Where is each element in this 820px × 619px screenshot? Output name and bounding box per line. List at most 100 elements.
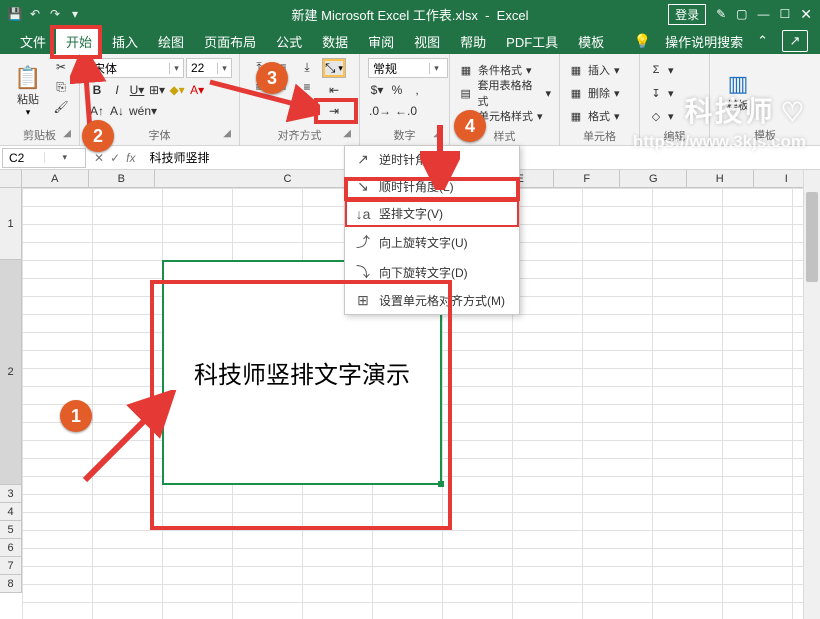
number-format-input[interactable] (369, 61, 429, 75)
font-name-combo[interactable]: ▾ (88, 58, 184, 78)
increase-font-icon[interactable]: A↑ (88, 102, 106, 120)
tab-draw[interactable]: 绘图 (148, 28, 194, 55)
share-icon[interactable]: ↗ (782, 30, 808, 52)
tab-help[interactable]: 帮助 (450, 28, 496, 55)
maximize-icon[interactable]: ☐ (780, 7, 791, 21)
dialog-launcher-icon[interactable]: ◢ (223, 128, 231, 139)
chevron-down-icon[interactable]: ▾ (169, 63, 183, 74)
tab-page-layout[interactable]: 页面布局 (194, 28, 266, 55)
cut-icon[interactable]: ✂ (52, 58, 70, 76)
orientation-option[interactable]: ⊞设置单元格对齐方式(M) (345, 287, 519, 314)
row-header-2[interactable]: 2 (0, 260, 21, 485)
row-header-6[interactable]: 6 (0, 539, 21, 557)
format-cells-button[interactable]: ▦格式▾ (568, 106, 631, 126)
format-as-table-button[interactable]: ▤套用表格格式▾ (458, 83, 551, 103)
orientation-option[interactable]: ⤴向上旋转文字(U) (345, 227, 519, 257)
font-name-input[interactable] (89, 61, 169, 75)
undo-icon[interactable]: ↶ (28, 7, 42, 21)
minimize-icon[interactable]: — (758, 7, 770, 21)
dialog-launcher-icon[interactable]: ◢ (63, 128, 71, 139)
tell-me-search[interactable]: 操作说明搜索 (665, 32, 743, 51)
select-all-button[interactable] (0, 170, 22, 188)
row-headers[interactable]: 12345678 (0, 188, 22, 593)
increase-decimal-icon[interactable]: .0→ (368, 102, 392, 120)
font-color-icon[interactable]: A▾ (188, 81, 206, 99)
fill-button[interactable]: ↧▾ (648, 83, 701, 103)
copy-icon[interactable]: ⎘ (52, 78, 70, 96)
template-button[interactable]: ▥ 模板 (718, 58, 758, 125)
fill-down-icon: ↧ (648, 87, 664, 100)
column-header-B[interactable]: B (89, 170, 156, 187)
row-header-8[interactable]: 8 (0, 575, 21, 593)
cancel-icon[interactable]: ✕ (94, 151, 104, 165)
orientation-option[interactable]: ↘顺时针角度(L) (345, 173, 519, 200)
font-size-combo[interactable]: ▾ (186, 58, 232, 78)
tab-review[interactable]: 审阅 (358, 28, 404, 55)
row-header-1[interactable]: 1 (0, 188, 21, 260)
column-header-G[interactable]: G (620, 170, 687, 187)
chevron-down-icon[interactable]: ▾ (217, 63, 231, 74)
paste-button[interactable]: 📋 粘贴 ▾ (8, 58, 48, 125)
chevron-down-icon[interactable]: ▾ (44, 152, 86, 163)
align-bottom-icon[interactable]: ⤓ (296, 58, 318, 76)
phonetic-icon[interactable]: wén▾ (128, 102, 158, 120)
dialog-launcher-icon[interactable]: ◢ (433, 128, 441, 139)
fx-icon[interactable]: fx (126, 151, 135, 165)
close-icon[interactable]: ✕ (800, 6, 812, 23)
orientation-option[interactable]: ↗逆时针角度(O) (345, 146, 519, 173)
name-box[interactable]: C2 ▾ (2, 148, 86, 168)
column-header-F[interactable]: F (554, 170, 621, 187)
format-painter-icon[interactable]: 🖌 (52, 98, 70, 116)
tab-home[interactable]: 开始 (56, 28, 102, 55)
clear-button[interactable]: ◇▾ (648, 106, 701, 126)
align-right-icon[interactable]: ≡ (296, 78, 318, 96)
accounting-icon[interactable]: $▾ (368, 81, 386, 99)
column-header-A[interactable]: A (22, 170, 89, 187)
ribbon-display-icon[interactable]: ▢ (736, 7, 747, 21)
delete-cells-button[interactable]: ▦删除▾ (568, 83, 631, 103)
row-header-7[interactable]: 7 (0, 557, 21, 575)
column-header-H[interactable]: H (687, 170, 754, 187)
row-header-3[interactable]: 3 (0, 485, 21, 503)
decrease-decimal-icon[interactable]: ←.0 (394, 102, 418, 120)
decrease-font-icon[interactable]: A↓ (108, 102, 126, 120)
comma-icon[interactable]: , (408, 81, 426, 99)
tab-formulas[interactable]: 公式 (266, 28, 312, 55)
orientation-option[interactable]: ⤵向下旋转文字(D) (345, 257, 519, 287)
fill-handle[interactable] (438, 481, 444, 487)
orientation-option[interactable]: ↓a竖排文字(V) (345, 200, 519, 227)
enter-icon[interactable]: ✓ (110, 151, 120, 165)
tab-template[interactable]: 模板 (568, 28, 614, 55)
chevron-down-icon[interactable]: ▾ (429, 63, 443, 74)
tab-pdf[interactable]: PDF工具 (496, 28, 568, 55)
border-icon[interactable]: ⊞▾ (148, 81, 166, 99)
decrease-indent-icon[interactable]: ⇤ (325, 81, 343, 99)
login-button[interactable]: 登录 (668, 4, 706, 25)
qat-customize-icon[interactable]: ▾ (68, 7, 82, 21)
insert-cells-button[interactable]: ▦插入▾ (568, 60, 631, 80)
tab-insert[interactable]: 插入 (102, 28, 148, 55)
tab-data[interactable]: 数据 (312, 28, 358, 55)
dialog-launcher-icon[interactable]: ◢ (343, 128, 351, 139)
save-icon[interactable]: 💾 (8, 7, 22, 21)
font-size-input[interactable] (187, 61, 217, 75)
pencil-icon[interactable]: ✎ (716, 7, 726, 21)
row-header-4[interactable]: 4 (0, 503, 21, 521)
tab-view[interactable]: 视图 (404, 28, 450, 55)
percent-icon[interactable]: % (388, 81, 406, 99)
bold-icon[interactable]: B (88, 81, 106, 99)
row-header-5[interactable]: 5 (0, 521, 21, 539)
orientation-button[interactable]: ⤡ ▾ (322, 58, 346, 78)
underline-icon[interactable]: U▾ (128, 81, 146, 99)
autosum-button[interactable]: Σ▾ (648, 60, 701, 80)
number-format-combo[interactable]: ▾ (368, 58, 448, 78)
scrollbar-thumb[interactable] (806, 192, 818, 282)
tab-file[interactable]: 文件 (10, 28, 56, 55)
redo-icon[interactable]: ↷ (48, 7, 62, 21)
vertical-scrollbar[interactable] (803, 170, 820, 619)
orientation-option-icon: ↓a (355, 206, 371, 222)
fill-color-icon[interactable]: ◆▾ (168, 81, 186, 99)
italic-icon[interactable]: I (108, 81, 126, 99)
increase-indent-icon[interactable]: ⇥ (325, 102, 343, 120)
collapse-ribbon-icon[interactable]: ⌃ (757, 33, 768, 49)
